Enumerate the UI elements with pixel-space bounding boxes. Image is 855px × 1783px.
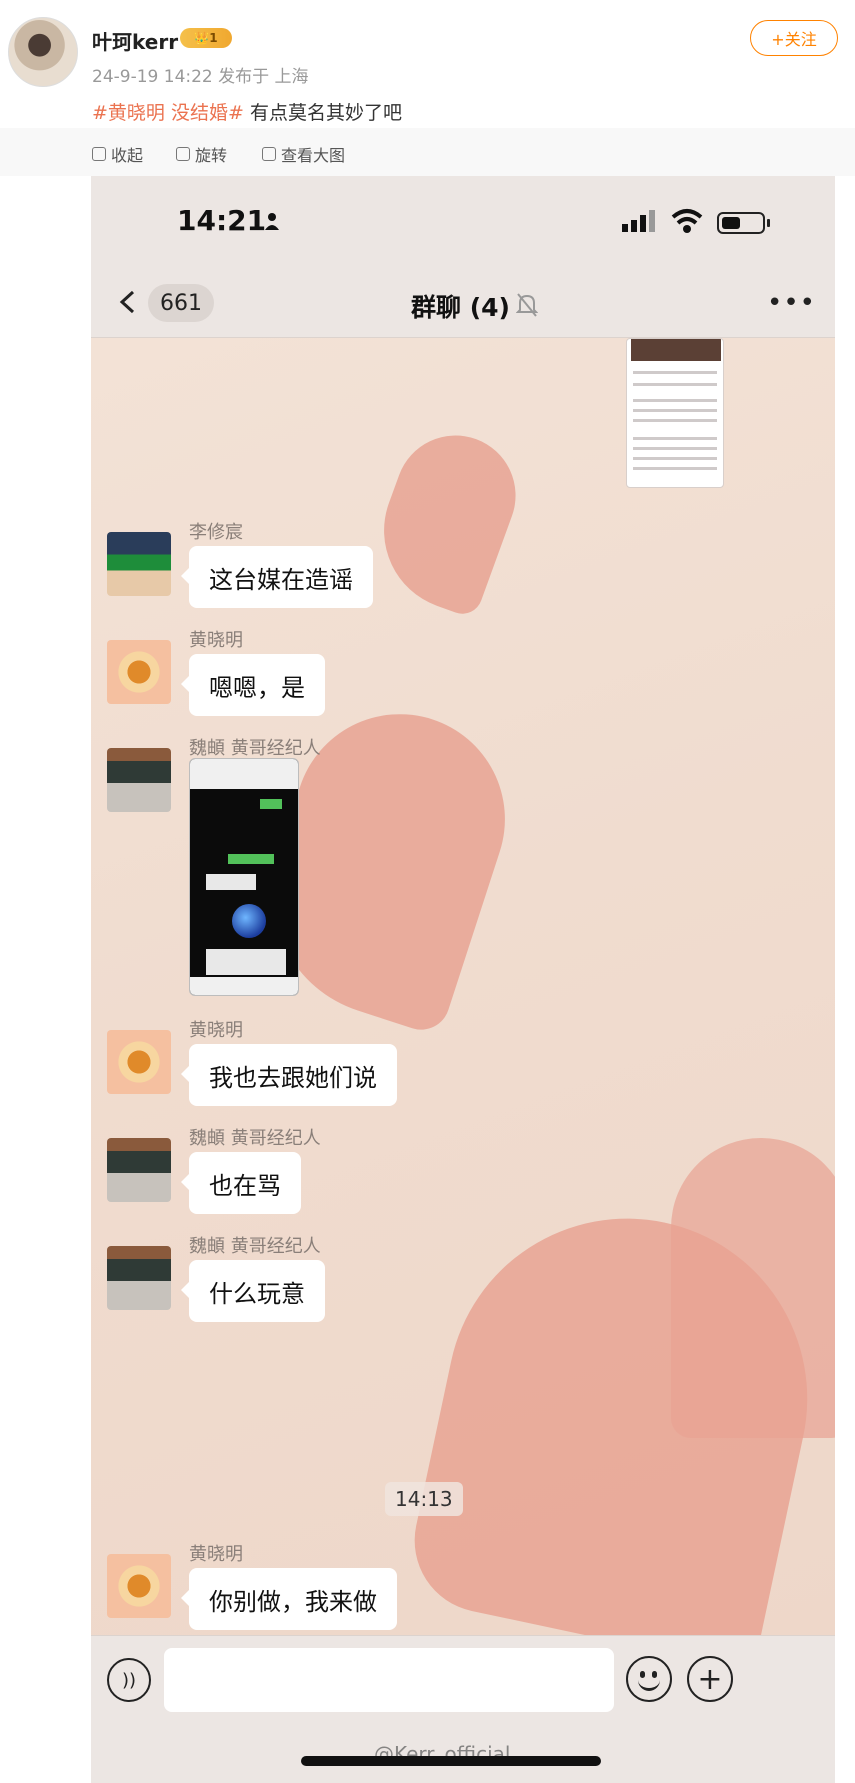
avatar[interactable]	[107, 640, 171, 704]
rotate-button[interactable]: 旋转	[176, 142, 227, 166]
planet-image	[232, 904, 266, 938]
image-bubble	[206, 874, 256, 890]
text-line	[633, 447, 717, 450]
emoji-eye	[640, 1671, 645, 1678]
text-line	[633, 409, 717, 412]
wifi-icon	[671, 209, 703, 233]
text-line	[633, 419, 717, 422]
signal-icon	[622, 210, 655, 232]
status-time: 14:21	[177, 204, 267, 237]
sent-article-image[interactable]	[626, 338, 724, 488]
voice-icon: ))	[121, 1669, 137, 1691]
post-text: #黄晓明 没结婚# 有点莫名其妙了吧	[92, 98, 402, 125]
message-bubble[interactable]: 这台媒在造谣	[181, 546, 373, 608]
collapse-label: 收起	[111, 146, 144, 165]
post-body: 有点莫名其妙了吧	[249, 102, 402, 124]
text-line	[633, 399, 717, 402]
enlarge-label: 查看大图	[281, 146, 346, 165]
image-bubble	[260, 799, 282, 809]
hashtag-link[interactable]: #黄晓明 没结婚#	[92, 102, 244, 124]
sender-name: 黄晓明	[189, 1544, 243, 1565]
message-bubble[interactable]: 我也去跟她们说	[181, 1044, 397, 1106]
emoji-eye	[652, 1671, 657, 1678]
vip-level: 1	[209, 31, 218, 45]
chat-title: 群聊 (4)	[411, 293, 510, 322]
author-avatar[interactable]	[8, 17, 78, 87]
sender-name: 黄晓明	[189, 1020, 243, 1041]
avatar[interactable]	[107, 1554, 171, 1618]
sender-name: 魏頔 黄哥经纪人	[189, 738, 321, 759]
sender-name: 魏頔 黄哥经纪人	[189, 1128, 321, 1149]
bg-heart	[671, 1138, 835, 1438]
post-header: 叶珂kerr 👑 1 24-9-19 14:22 发布于 上海 +关注 #黄晓明 …	[0, 0, 855, 128]
image-thumb	[631, 339, 721, 361]
message-bubble[interactable]: 你别做，我来做	[181, 1568, 397, 1630]
chat-timestamp: 14:13	[385, 1482, 463, 1516]
image-toolbar: 收起 旋转 查看大图	[0, 128, 855, 176]
image-bubble	[206, 949, 286, 975]
sender-name: 黄晓明	[189, 630, 243, 651]
unread-count[interactable]: 661	[148, 284, 214, 322]
message-bubble[interactable]: 嗯嗯，是	[181, 654, 325, 716]
battery-tip	[767, 219, 770, 227]
collapse-icon	[92, 147, 106, 161]
message-bubble[interactable]: 什么玩意	[181, 1260, 325, 1322]
text-line	[633, 467, 717, 470]
emoji-mouth	[638, 1680, 660, 1691]
image-bubble	[228, 854, 274, 864]
avatar[interactable]	[107, 1246, 171, 1310]
rotate-icon	[176, 147, 190, 161]
bg-heart	[361, 418, 533, 620]
status-bar: 14:21	[91, 176, 835, 268]
chat-area[interactable]: 李修宸 这台媒在造谣 黄晓明 嗯嗯，是 魏頔 黄哥经纪人 黄晓明 我也去跟她们说…	[91, 338, 835, 1635]
author-name[interactable]: 叶珂kerr	[92, 26, 178, 55]
text-line	[633, 437, 717, 440]
collapse-button[interactable]: 收起	[92, 142, 143, 166]
text-line	[633, 371, 717, 374]
person-icon	[265, 213, 279, 230]
text-line	[633, 383, 717, 386]
message-input[interactable]	[164, 1648, 614, 1712]
screenshot-image-message[interactable]	[189, 758, 299, 996]
chat-screenshot[interactable]: 14:21 661 群聊 (4) ••• 李修宸 这台媒在造谣 黄晓明 嗯嗯，是…	[91, 176, 835, 1783]
battery-icon	[717, 212, 765, 234]
sender-name: 魏頔 黄哥经纪人	[189, 1236, 321, 1257]
voice-button[interactable]: ))	[107, 1658, 151, 1702]
plus-button[interactable]: +	[687, 1656, 733, 1702]
chat-input-bar: )) + @Kerr_official	[91, 1635, 835, 1783]
more-icon[interactable]: •••	[767, 290, 816, 316]
rotate-label: 旋转	[195, 146, 228, 165]
vip-badge-icon[interactable]: 👑 1	[180, 28, 232, 48]
post-meta: 24-9-19 14:22 发布于 上海	[92, 67, 309, 87]
image-header	[190, 759, 298, 789]
emoji-button[interactable]	[626, 1656, 672, 1702]
follow-button[interactable]: +关注	[750, 20, 838, 56]
avatar[interactable]	[107, 748, 171, 812]
back-arrow-icon[interactable]	[117, 290, 139, 314]
enlarge-button[interactable]: 查看大图	[262, 142, 345, 166]
message-bubble[interactable]: 也在骂	[181, 1152, 301, 1214]
avatar[interactable]	[107, 1138, 171, 1202]
avatar[interactable]	[107, 532, 171, 596]
home-indicator[interactable]	[301, 1756, 601, 1766]
chat-nav-bar: 661 群聊 (4) •••	[91, 268, 835, 338]
image-footer	[190, 977, 298, 995]
enlarge-icon	[262, 147, 276, 161]
avatar[interactable]	[107, 1030, 171, 1094]
sender-name: 李修宸	[189, 522, 243, 543]
mute-bell-icon	[516, 293, 538, 317]
text-line	[633, 457, 717, 460]
plus-icon: +	[697, 1661, 723, 1697]
